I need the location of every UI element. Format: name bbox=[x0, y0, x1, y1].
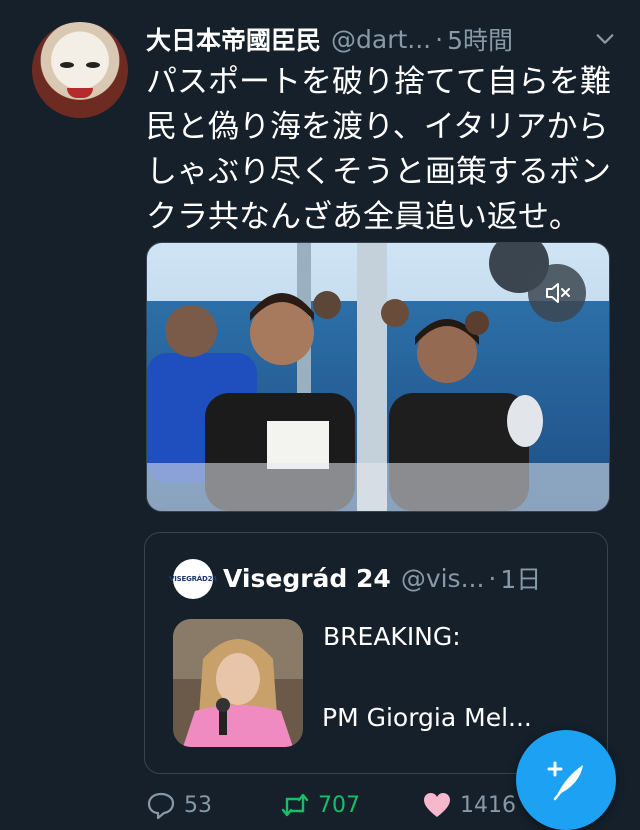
quoted-avatar[interactable]: VISEGRÁD24 bbox=[169, 559, 217, 599]
quoted-header: Visegrád 24 @vis... · 1日 bbox=[223, 561, 593, 595]
avatar-eye bbox=[60, 62, 74, 68]
compose-icon bbox=[547, 761, 583, 801]
tweet-time[interactable]: 5時間 bbox=[447, 21, 513, 57]
avatar-eye bbox=[86, 62, 100, 68]
separator-dot: · bbox=[435, 24, 444, 54]
quoted-time[interactable]: 1日 bbox=[500, 560, 541, 596]
quoted-avatar-text: VISEGRÁD24 bbox=[169, 575, 217, 583]
like-count: 1416 bbox=[460, 792, 516, 818]
quoted-author-name[interactable]: Visegrád 24 bbox=[223, 564, 391, 593]
quoted-photo bbox=[173, 619, 303, 747]
compose-button[interactable] bbox=[516, 730, 616, 830]
retweet-count: 707 bbox=[318, 792, 360, 818]
reply-icon bbox=[147, 792, 175, 820]
author-handle[interactable]: @dart... bbox=[331, 25, 431, 54]
retweet-button[interactable]: 707 bbox=[280, 790, 360, 820]
author-name[interactable]: 大日本帝國臣民 bbox=[146, 21, 321, 57]
retweet-icon bbox=[281, 793, 309, 817]
like-icon bbox=[424, 793, 450, 817]
tweet-header: 大日本帝國臣民 @dart... · 5時間 bbox=[146, 22, 616, 56]
quoted-text-line2: PM Giorgia Mel... bbox=[322, 703, 532, 732]
tweet-text: パスポートを破り捨てて自らを難民と偽り海を渡り、イタリアからしゃぶり尽くそうと画… bbox=[146, 64, 611, 235]
avatar-mouth bbox=[67, 88, 93, 98]
separator-dot: · bbox=[488, 563, 497, 593]
reply-button[interactable]: 53 bbox=[146, 790, 212, 820]
quoted-author-handle[interactable]: @vis... bbox=[401, 564, 485, 593]
like-button[interactable]: 1416 bbox=[422, 790, 516, 820]
quoted-text-line1: BREAKING: bbox=[323, 622, 461, 651]
mute-button[interactable] bbox=[528, 264, 586, 322]
quoted-thumbnail[interactable] bbox=[173, 619, 303, 747]
reply-count: 53 bbox=[184, 792, 212, 818]
mute-icon bbox=[546, 283, 570, 303]
author-avatar[interactable] bbox=[32, 22, 128, 118]
chevron-down-icon[interactable] bbox=[594, 28, 616, 50]
